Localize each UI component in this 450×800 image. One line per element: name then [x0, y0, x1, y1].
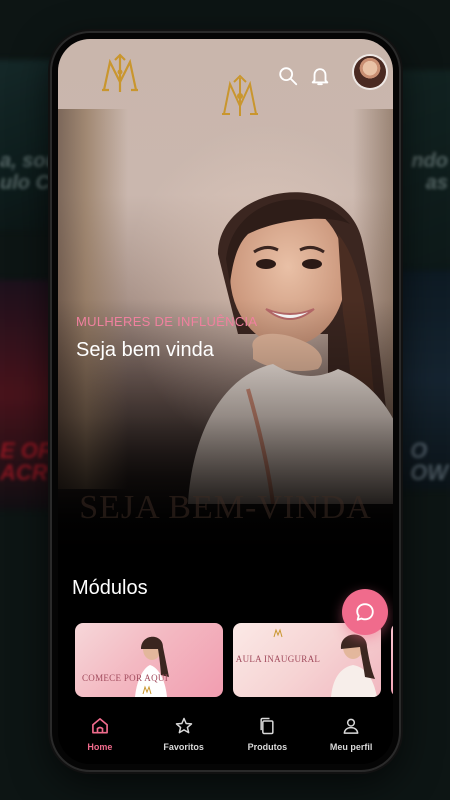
avatar[interactable] [354, 56, 386, 88]
search-icon[interactable] [277, 65, 299, 87]
star-icon [175, 717, 192, 734]
bottom-navigation: Home Favoritos Produtos Meu perfil [58, 701, 393, 764]
app-logo[interactable] [100, 52, 140, 94]
app-screen: SEJA BEM-VINDA MULHERES DE INFLUÊNCIA Se… [58, 39, 393, 764]
module-card[interactable] [391, 623, 393, 697]
module-card[interactable]: COMECE POR AQUI [75, 623, 223, 697]
promo-text: E OF ACR [0, 438, 52, 485]
module-card-title: COMECE POR AQUI [81, 673, 168, 683]
copy-icon [260, 717, 274, 735]
user-icon [343, 718, 359, 734]
nav-item-home[interactable]: Home [60, 701, 140, 764]
hero-eyebrow: MULHERES DE INFLUÊNCIA [76, 314, 258, 329]
hero-banner[interactable]: SEJA BEM-VINDA MULHERES DE INFLUÊNCIA Se… [58, 39, 393, 559]
module-card-image [331, 634, 377, 697]
home-icon [91, 718, 108, 734]
bell-icon[interactable] [309, 65, 331, 87]
nav-label: Produtos [247, 742, 288, 752]
chat-bubble-icon [356, 603, 374, 621]
promo-text: ndo as [411, 150, 448, 194]
nav-item-meu-perfil[interactable]: Meu perfil [311, 701, 391, 764]
nav-label: Favoritos [163, 742, 204, 752]
modules-section-title: Módulos [72, 577, 148, 599]
nav-label: Meu perfil [329, 742, 373, 752]
nav-item-favoritos[interactable]: Favoritos [144, 701, 224, 764]
phone-frame: SEJA BEM-VINDA MULHERES DE INFLUÊNCIA Se… [52, 33, 399, 770]
hero-title: Seja bem vinda [76, 339, 214, 361]
nav-label: Home [87, 742, 113, 752]
module-card-title: AULA INAUGURAL [235, 654, 321, 664]
card-monogram-logo [273, 628, 283, 638]
nav-item-produtos[interactable]: Produtos [227, 701, 307, 764]
top-bar [58, 39, 393, 109]
promo-text: O OW [410, 438, 448, 485]
modules-carousel[interactable]: COMECE POR AQUI AULA INAUGURAL [75, 623, 393, 697]
chat-button[interactable] [342, 589, 388, 635]
hero-banner-text: SEJA BEM-VINDA [79, 489, 372, 526]
card-monogram-logo [142, 685, 152, 695]
